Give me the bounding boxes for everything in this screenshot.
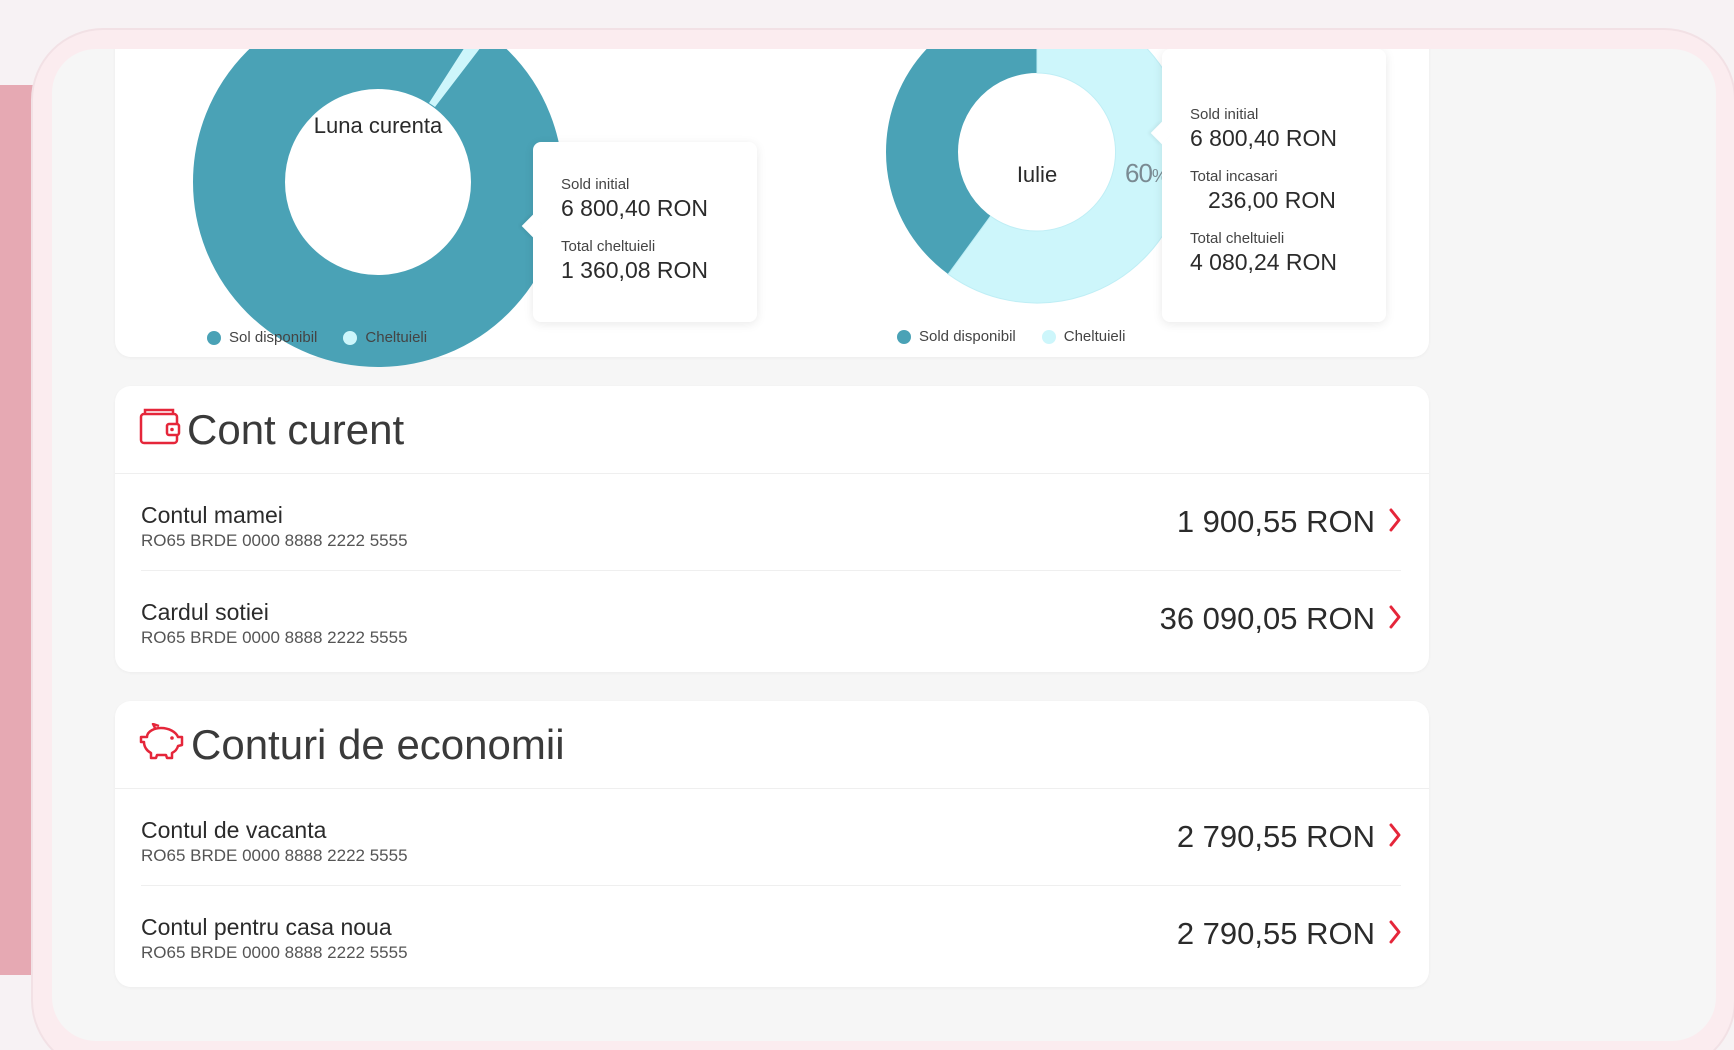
account-row[interactable]: Contul mamei RO65 BRDE 0000 8888 2222 55… <box>141 474 1401 571</box>
current-month-tooltip: Sold initial 6 800,40 RON Total cheltuie… <box>533 142 757 322</box>
account-row[interactable]: Contul de vacanta RO65 BRDE 0000 8888 22… <box>141 789 1401 886</box>
tooltip-row: Total incasari 236,00 RON <box>1190 168 1358 214</box>
account-balance: 36 090,05 RON <box>1159 601 1375 636</box>
tooltip-value: 4 080,24 RON <box>1190 249 1338 275</box>
current-month-legend: Sol disponibil Cheltuieli <box>207 329 427 346</box>
chevron-right-icon[interactable] <box>1389 605 1401 634</box>
legend-dot <box>343 330 358 345</box>
account-balance: 2 790,55 RON <box>1176 916 1375 951</box>
account-iban: RO65 BRDE 0000 8888 2222 5555 <box>141 846 408 865</box>
card-header: Cont curent <box>115 386 1429 474</box>
july-legend: Sold disponibil Cheltuieli <box>897 328 1125 345</box>
current-accounts-card: Cont curent Contul mamei RO65 BRDE 0000 … <box>115 386 1429 672</box>
tooltip-value: 236,00 RON <box>1208 187 1336 213</box>
tooltip-value: 6 800,40 RON <box>1190 125 1338 151</box>
account-iban: RO65 BRDE 0000 8888 2222 5555 <box>141 943 408 962</box>
tooltip-row: Sold initial 6 800,40 RON <box>1190 106 1358 152</box>
charts-card: Luna curenta Sold initial 6 800,40 RON T… <box>115 49 1429 367</box>
card-title: Conturi de economii <box>191 720 565 768</box>
july-percent-label: 60% <box>1125 158 1168 189</box>
account-name: Contul de vacanta <box>141 817 327 843</box>
current-month-center-label: Luna curenta <box>313 113 443 138</box>
tooltip-label: Sold initial <box>1190 106 1259 123</box>
chevron-right-icon[interactable] <box>1389 920 1401 949</box>
legend-label: Cheltuieli <box>1063 328 1126 345</box>
legend-item-available: Sol disponibil <box>207 329 317 346</box>
wallet-icon <box>139 408 181 451</box>
account-balance: 2 790,55 RON <box>1176 819 1375 854</box>
account-name: Contul pentru casa noua <box>141 914 392 940</box>
tooltip-row: Sold initial 6 800,40 RON <box>561 176 729 222</box>
savings-accounts-card: Conturi de economii Contul de vacanta RO… <box>115 701 1429 987</box>
chevron-right-icon[interactable] <box>1389 823 1401 852</box>
tooltip-label: Sold initial <box>561 176 630 193</box>
tooltip-label: Total cheltuieli <box>1190 230 1285 247</box>
card-title: Cont curent <box>187 405 405 453</box>
tooltip-label: Total incasari <box>1190 168 1278 185</box>
july-percent-value: 60 <box>1125 158 1153 188</box>
legend-label: Sol disponibil <box>229 329 318 346</box>
legend-item-expenses: Cheltuieli <box>343 329 427 346</box>
current-month-donut <box>193 49 563 367</box>
account-row[interactable]: Contul pentru casa noua RO65 BRDE 0000 8… <box>141 886 1401 983</box>
chevron-right-icon[interactable] <box>1389 508 1401 537</box>
legend-dot <box>897 329 911 344</box>
tooltip-label: Total cheltuieli <box>561 238 656 255</box>
tooltip-row: Total cheltuieli 1 360,08 RON <box>561 238 729 284</box>
piggy-bank-icon <box>139 722 185 766</box>
tooltip-row: Total cheltuieli 4 080,24 RON <box>1190 230 1358 276</box>
current-month-donut-available <box>193 49 563 367</box>
legend-label: Sold disponibil <box>919 328 1016 345</box>
legend-item-available: Sold disponibil <box>897 328 1016 345</box>
card-header: Conturi de economii <box>115 701 1429 789</box>
account-iban: RO65 BRDE 0000 8888 2222 5555 <box>141 628 408 647</box>
account-iban: RO65 BRDE 0000 8888 2222 5555 <box>141 531 408 550</box>
july-center-label: Iulie <box>1016 162 1058 187</box>
account-name: Contul mamei <box>141 502 283 528</box>
legend-label: Cheltuieli <box>365 329 428 346</box>
account-balance: 1 900,55 RON <box>1176 504 1375 539</box>
account-name: Cardul sotiei <box>141 599 269 625</box>
account-row[interactable]: Cardul sotiei RO65 BRDE 0000 8888 2222 5… <box>141 571 1401 668</box>
legend-dot <box>207 330 221 345</box>
app-screen: Luna curenta Sold initial 6 800,40 RON T… <box>52 49 1716 1041</box>
legend-dot <box>1041 329 1056 344</box>
legend-item-expenses: Cheltuieli <box>1041 328 1126 345</box>
tooltip-value: 1 360,08 RON <box>561 257 709 283</box>
july-tooltip: Sold initial 6 800,40 RON Total incasari… <box>1162 49 1386 322</box>
tooltip-value: 6 800,40 RON <box>561 195 709 221</box>
